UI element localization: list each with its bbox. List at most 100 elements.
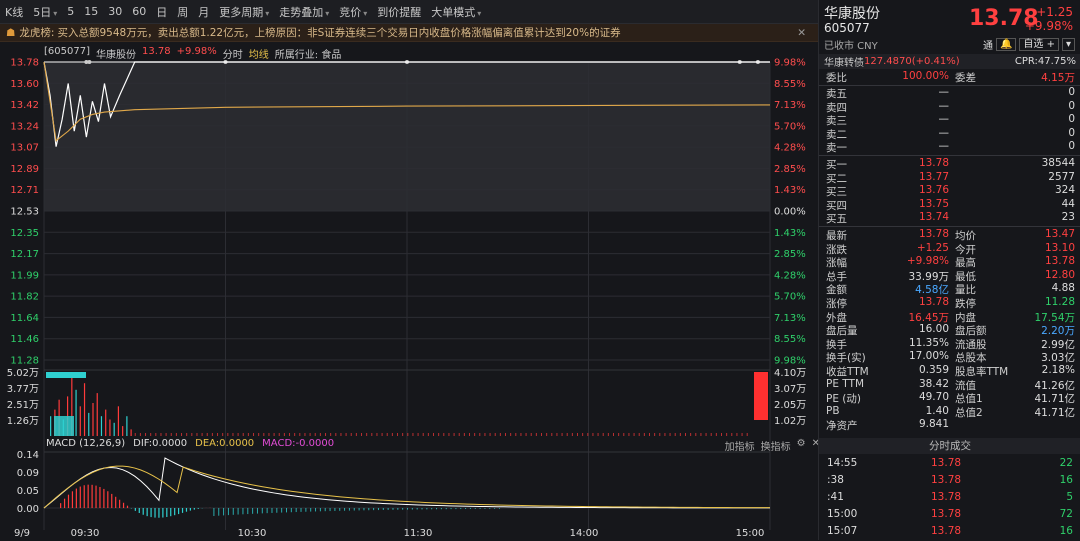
volume-bar bbox=[299, 433, 300, 436]
add-indicator-button[interactable]: 加指标 bbox=[725, 438, 755, 453]
volume-bar bbox=[443, 433, 444, 436]
macd-bar bbox=[363, 508, 364, 510]
volume-bar bbox=[448, 433, 449, 436]
toolbar-item[interactable]: 5 bbox=[67, 5, 74, 18]
macd-bar bbox=[412, 508, 413, 510]
tick-vol: 16 bbox=[1060, 525, 1073, 537]
tick-price: 13.78 bbox=[931, 525, 961, 537]
volume-bar bbox=[75, 390, 76, 436]
toolbar-item[interactable]: 5日▾ bbox=[33, 4, 57, 20]
volume-bar bbox=[335, 433, 336, 436]
volume-bar bbox=[361, 433, 362, 436]
macd-bar bbox=[64, 499, 65, 508]
intraday-chart[interactable]: 13.789.98%13.608.55%13.427.13%13.245.70%… bbox=[0, 42, 818, 540]
volume-tick-label-right: 4.10万 bbox=[774, 368, 806, 379]
toolbar-item[interactable]: 大单模式▾ bbox=[431, 4, 481, 20]
toolbar-item[interactable]: 月 bbox=[198, 4, 209, 20]
switch-indicator-button[interactable]: 换指标 bbox=[761, 438, 791, 453]
volume-bar bbox=[587, 433, 588, 436]
row-value: 13.78 bbox=[919, 296, 949, 308]
row-label: PB bbox=[826, 405, 840, 417]
quote-panel: 华康股份 605077 已收市 CNY 13.78 +1.25 +9.98% 通… bbox=[818, 0, 1080, 540]
row-label: 净资产 bbox=[826, 418, 858, 433]
toolbar-item[interactable]: 到价提醒 bbox=[377, 4, 421, 20]
volume-bar bbox=[268, 433, 269, 436]
banner-close-icon[interactable]: ✕ bbox=[797, 27, 806, 39]
volume-bar bbox=[500, 433, 501, 436]
volume-bar bbox=[613, 433, 614, 436]
toolbar-item[interactable]: K线 bbox=[5, 4, 23, 20]
row-value-2: 44 bbox=[1062, 198, 1075, 210]
bell-icon[interactable]: 🔔 bbox=[996, 38, 1016, 51]
macd-title[interactable]: MACD (12,26,9) bbox=[46, 438, 125, 449]
macd-bar bbox=[242, 508, 243, 514]
volume-bar bbox=[464, 433, 465, 436]
more-menu-icon[interactable]: ▾ bbox=[1062, 38, 1075, 51]
tick-trades-header[interactable]: 分时成交 bbox=[819, 438, 1080, 454]
volume-bar bbox=[567, 433, 568, 436]
toolbar-item-label: 5 bbox=[67, 5, 74, 18]
macd-bar bbox=[252, 508, 253, 514]
toolbar-item[interactable]: 竞价▾ bbox=[339, 4, 367, 20]
volume-bar bbox=[392, 433, 393, 436]
macd-bar bbox=[320, 508, 321, 511]
quote-row: PE TTM38.42流值41.26亿 bbox=[819, 378, 1080, 392]
macd-bar bbox=[95, 486, 96, 508]
chevron-down-icon: ▾ bbox=[265, 9, 269, 18]
chart-mode[interactable]: 分时 bbox=[223, 46, 243, 61]
toolbar-item[interactable]: 15 bbox=[84, 5, 98, 18]
stock-name: 华康股份 bbox=[824, 3, 880, 23]
tick-time: :38 bbox=[827, 474, 844, 486]
volume-bar bbox=[726, 433, 727, 436]
tick-time: :41 bbox=[827, 491, 844, 503]
volume-bar bbox=[181, 433, 182, 436]
volume-bar bbox=[376, 433, 377, 436]
toolbar-item[interactable]: 走势叠加▾ bbox=[279, 4, 329, 20]
volume-bar bbox=[118, 406, 119, 436]
toolbar-item[interactable]: 日 bbox=[156, 4, 167, 20]
toolbar-item[interactable]: 周 bbox=[177, 4, 188, 20]
volume-bar bbox=[97, 393, 98, 436]
volume-bar bbox=[438, 433, 439, 436]
volume-bar bbox=[289, 433, 290, 436]
volume-bar bbox=[670, 433, 671, 436]
add-watchlist-button[interactable]: 自选 + bbox=[1019, 38, 1059, 51]
toolbar-item[interactable]: 60 bbox=[132, 5, 146, 18]
volume-bar bbox=[371, 433, 372, 436]
toolbar-item-label: 大单模式 bbox=[431, 6, 475, 19]
macd-bar bbox=[291, 508, 292, 512]
dragon-text: 买入总额9548万元，卖出总额1.22亿元，上榜原因：非S证券连续三个交易日内收… bbox=[57, 25, 620, 40]
macd-bar bbox=[368, 508, 369, 510]
macd-bar bbox=[223, 508, 224, 515]
volume-bar bbox=[582, 433, 583, 436]
volume-bar bbox=[243, 433, 244, 436]
toolbar-item[interactable]: 30 bbox=[108, 5, 122, 18]
toolbar-item[interactable]: 更多周期▾ bbox=[219, 4, 269, 20]
toolbar-item-label: 日 bbox=[156, 6, 167, 19]
row-value: 16.00 bbox=[919, 323, 949, 335]
quote-row: 买一13.7838544 bbox=[819, 157, 1080, 171]
row-value: — bbox=[939, 100, 950, 112]
volume-bar bbox=[105, 410, 106, 436]
row-value: 11.35% bbox=[909, 337, 949, 349]
volume-bar bbox=[742, 433, 743, 436]
macd-bar bbox=[218, 508, 219, 516]
volume-bar bbox=[556, 433, 557, 436]
quote-row: 盘后量16.00盘后额2.20万 bbox=[819, 323, 1080, 337]
dragon-icon: ☗ bbox=[6, 27, 15, 39]
macd-bar bbox=[115, 497, 116, 508]
tick-price: 13.78 bbox=[931, 474, 961, 486]
volume-tick-label-right: 2.05万 bbox=[774, 400, 806, 411]
volume-bar bbox=[176, 433, 177, 436]
row-value: 0.359 bbox=[919, 364, 949, 376]
gear-icon[interactable]: ⚙ bbox=[797, 438, 806, 453]
tick-time: 14:55 bbox=[827, 457, 857, 469]
volume-bar bbox=[736, 433, 737, 436]
toolbar-item-label: 60 bbox=[132, 5, 146, 18]
time-axis-label: 09:30 bbox=[71, 528, 100, 539]
quote-header: 华康股份 605077 已收市 CNY 13.78 +1.25 +9.98% 通… bbox=[819, 0, 1080, 54]
row-value: 49.70 bbox=[919, 391, 949, 403]
volume-bar bbox=[186, 433, 187, 436]
convertible-bond-row[interactable]: 华康转债 127.4870(+0.41%) CPR:47.75% bbox=[819, 54, 1080, 69]
row-value: 9.841 bbox=[919, 418, 949, 430]
